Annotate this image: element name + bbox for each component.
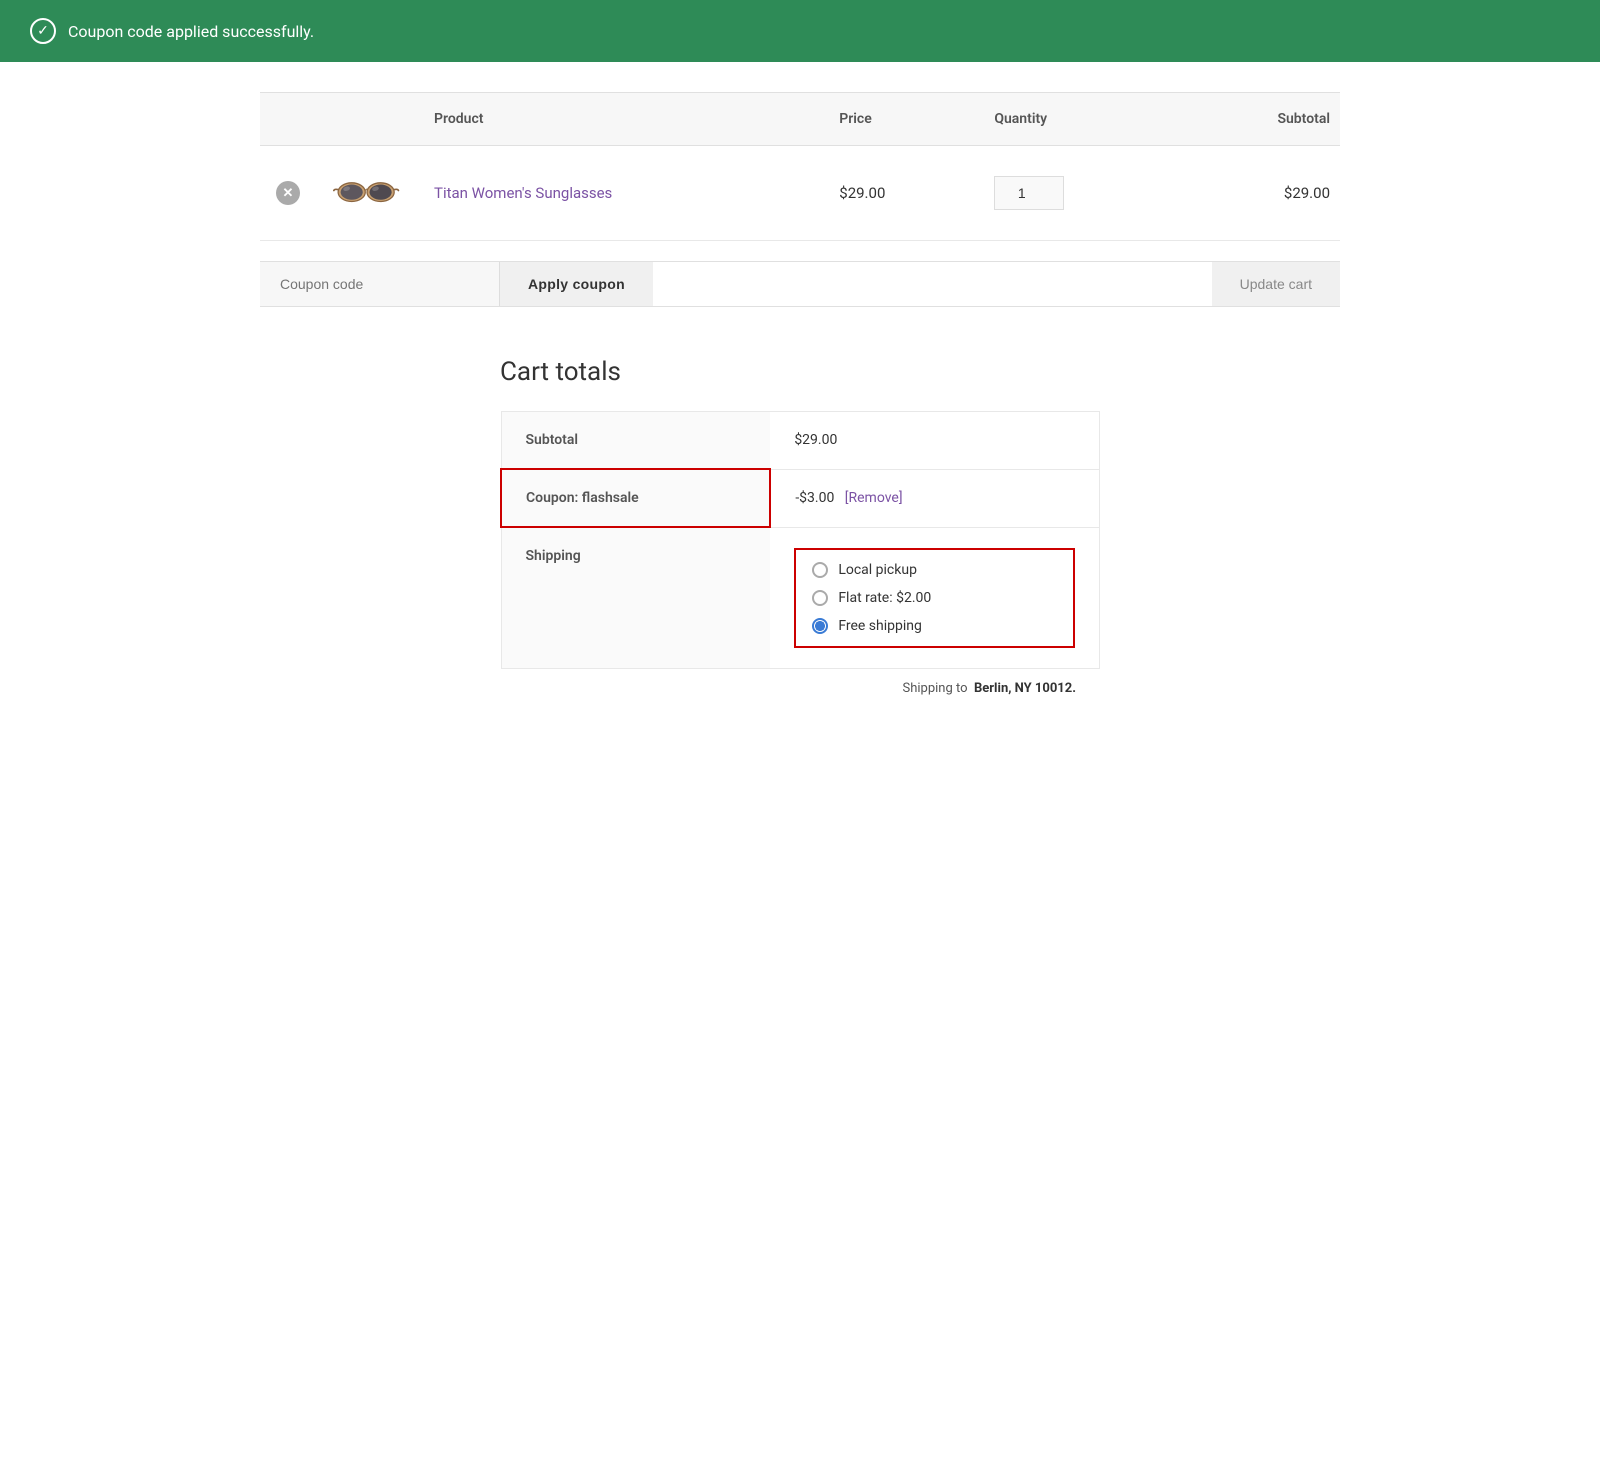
product-price-cell: $29.00 <box>823 146 978 241</box>
shipping-to: Shipping to Berlin, NY 10012. <box>500 669 1100 708</box>
col-header-remove <box>260 93 316 146</box>
shipping-options-box: Local pickup Flat rate: $2.00 <box>794 548 1075 648</box>
quantity-cell <box>978 146 1185 241</box>
apply-coupon-button[interactable]: Apply coupon <box>500 262 653 306</box>
remove-item-button[interactable]: ✕ <box>276 181 300 205</box>
subtotal-cell: $29.00 <box>1185 146 1340 241</box>
success-icon: ✓ <box>30 18 56 44</box>
success-message: Coupon code applied successfully. <box>68 22 314 41</box>
main-content: Product Price Quantity Subtotal ✕ <box>240 62 1360 738</box>
coupon-discount-value: -$3.00 <box>795 490 834 506</box>
table-row: ✕ <box>260 146 1340 241</box>
shipping-option-free[interactable]: Free shipping <box>812 618 1057 634</box>
shipping-option-local[interactable]: Local pickup <box>812 562 1057 578</box>
product-image-cell <box>316 146 418 241</box>
shipping-label: Shipping <box>501 527 770 668</box>
subtotal-label: Subtotal <box>501 412 770 470</box>
cart-totals-section: Cart totals Subtotal $29.00 Coupon: flas… <box>260 357 1340 708</box>
cart-totals-title: Cart totals <box>500 357 1100 387</box>
coupon-totals-row: Coupon: flashsale -$3.00 [Remove] <box>501 469 1100 527</box>
totals-table: Subtotal $29.00 Coupon: flashsale -$3.00… <box>500 411 1100 669</box>
product-name-cell: Titan Women's Sunglasses <box>418 146 823 241</box>
coupon-row: Apply coupon Update cart <box>260 261 1340 307</box>
shipping-to-prefix: Shipping to <box>902 681 967 696</box>
shipping-option-free-label: Free shipping <box>838 618 922 634</box>
subtotal-row: Subtotal $29.00 <box>501 412 1100 470</box>
shipping-options-cell: Local pickup Flat rate: $2.00 <box>770 527 1099 668</box>
coupon-left: Apply coupon <box>260 262 653 306</box>
shipping-option-local-label: Local pickup <box>838 562 917 578</box>
shipping-row: Shipping Local pickup <box>501 527 1100 668</box>
col-header-quantity: Quantity <box>978 93 1185 146</box>
remove-coupon-link[interactable]: [Remove] <box>845 490 903 506</box>
shipping-option-flat-label: Flat rate: $2.00 <box>838 590 931 606</box>
update-cart-button[interactable]: Update cart <box>1212 262 1340 306</box>
subtotal-value: $29.00 <box>770 412 1099 470</box>
shipping-option-flat[interactable]: Flat rate: $2.00 <box>812 590 1057 606</box>
col-header-image <box>316 93 418 146</box>
product-image <box>332 168 402 218</box>
coupon-label: Coupon: flashsale <box>501 469 770 527</box>
col-header-product: Product <box>418 93 823 146</box>
shipping-to-location: Berlin, NY 10012. <box>974 681 1076 696</box>
cart-table-header: Product Price Quantity Subtotal <box>260 93 1340 146</box>
remove-cell: ✕ <box>260 146 316 241</box>
radio-free-shipping[interactable] <box>812 618 828 634</box>
coupon-input[interactable] <box>260 262 500 306</box>
cart-table: Product Price Quantity Subtotal ✕ <box>260 92 1340 241</box>
col-header-subtotal: Subtotal <box>1185 93 1340 146</box>
success-banner: ✓ Coupon code applied successfully. <box>0 0 1600 62</box>
quantity-input[interactable] <box>994 176 1064 210</box>
coupon-discount-cell: -$3.00 [Remove] <box>770 469 1099 527</box>
col-header-price: Price <box>823 93 978 146</box>
radio-local-pickup[interactable] <box>812 562 828 578</box>
product-link[interactable]: Titan Women's Sunglasses <box>434 184 612 202</box>
cart-totals-wrapper: Cart totals Subtotal $29.00 Coupon: flas… <box>500 357 1100 708</box>
radio-flat-rate[interactable] <box>812 590 828 606</box>
sunglasses-image <box>333 171 401 215</box>
